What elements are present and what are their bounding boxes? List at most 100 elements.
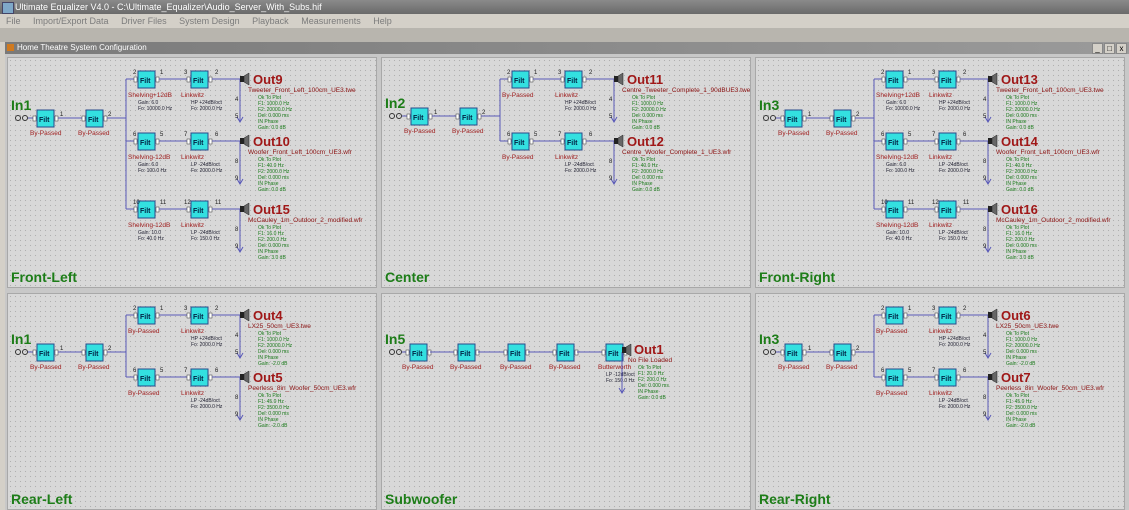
filter-block[interactable]: Filt — [81, 109, 108, 128]
input-jack-icon[interactable] — [15, 349, 21, 355]
filter-block[interactable]: Filt — [934, 70, 961, 89]
filter-block[interactable]: Filt — [934, 132, 961, 151]
input-jack-icon[interactable] — [763, 115, 769, 121]
filter-block[interactable]: Filt — [186, 368, 213, 387]
filter-block-label: Filt — [193, 376, 204, 383]
input-jack-icon[interactable] — [763, 349, 769, 355]
speaker-file-name: McCauley_1m_Outdoor_2_modified.wfr — [996, 217, 1111, 224]
speaker-icon[interactable] — [988, 134, 998, 148]
filter-block[interactable]: Filt — [881, 70, 908, 89]
filter-input-port — [133, 374, 138, 381]
zone-panel-rear-right[interactable]: In3 Filt By-Passed 1 Filt By-Passed 2 Filt 2 By-P… — [755, 293, 1125, 510]
filter-input-port — [507, 138, 512, 145]
filter-output-port — [103, 115, 108, 122]
filter-block[interactable]: Filt — [186, 306, 213, 325]
input-jack-icon[interactable] — [389, 349, 395, 355]
menu-measurements[interactable]: Measurements — [301, 16, 361, 26]
filter-block[interactable]: Filt — [503, 343, 530, 362]
filter-block[interactable]: Filt — [829, 343, 856, 362]
speaker-icon-cone — [243, 134, 250, 148]
filter-block[interactable]: Filt — [934, 306, 961, 325]
port-number: 2 — [133, 70, 137, 76]
filter-block[interactable]: Filt — [829, 109, 856, 128]
zone-panel-subwoofer[interactable]: In5 Filt By-Passed Filt By-Passed Filt By-Pass… — [381, 293, 751, 510]
filter-block[interactable]: Filt — [507, 132, 534, 151]
input-jack-icon[interactable] — [770, 115, 776, 121]
filter-input-port — [934, 138, 939, 145]
filter-block[interactable]: Filt — [552, 343, 579, 362]
speaker-icon[interactable] — [614, 72, 624, 86]
filter-block[interactable]: Filt — [32, 109, 59, 128]
menu-playback[interactable]: Playback — [252, 16, 289, 26]
filter-block[interactable]: Filt — [780, 109, 807, 128]
filter-block[interactable]: Filt — [133, 306, 160, 325]
filter-type-label: By-Passed — [778, 130, 810, 137]
close-button[interactable]: x — [1116, 43, 1127, 54]
filter-block[interactable]: Filt — [560, 70, 587, 89]
port-number: 11 — [160, 200, 167, 206]
speaker-icon[interactable] — [240, 134, 250, 148]
filter-block[interactable]: Filt — [133, 368, 160, 387]
speaker-icon-body — [240, 312, 244, 318]
speaker-icon[interactable] — [240, 370, 250, 384]
port-number: 2 — [215, 70, 219, 76]
filter-type-label: Linkwitz — [181, 390, 204, 397]
menu-system-design[interactable]: System Design — [179, 16, 240, 26]
menu-import-export-data[interactable]: Import/Export Data — [33, 16, 109, 26]
speaker-icon[interactable] — [988, 370, 998, 384]
input-jack-icon[interactable] — [396, 113, 402, 119]
menu-help[interactable]: Help — [373, 16, 392, 26]
filter-block[interactable]: Filt — [405, 343, 432, 362]
speaker-icon[interactable] — [988, 202, 998, 216]
zone-panel-front-right[interactable]: In3 Filt By-Passed 1 Filt By-Passed 2 Filt 2 Shel… — [755, 57, 1125, 288]
filter-block-label: Filt — [193, 140, 204, 147]
zone-panel-center[interactable]: In2 Filt By-Passed 1 Filt By-Passed 2 Filt 2 By-P… — [381, 57, 751, 288]
filter-block[interactable]: Filt — [881, 132, 908, 151]
speaker-icon-body — [988, 374, 992, 380]
filter-block-label: Filt — [567, 78, 578, 85]
maximize-button[interactable]: □ — [1104, 43, 1115, 54]
filter-block[interactable]: Filt — [507, 70, 534, 89]
input-jack-icon[interactable] — [22, 349, 28, 355]
filter-block[interactable]: Filt — [406, 107, 433, 126]
filter-info-text: Fo: 2000.0 Hz — [939, 106, 971, 112]
input-jack-icon[interactable] — [396, 349, 402, 355]
filter-input-port — [934, 374, 939, 381]
filter-block[interactable]: Filt — [32, 343, 59, 362]
input-jack-icon[interactable] — [22, 115, 28, 121]
filter-block[interactable]: Filt — [133, 70, 160, 89]
zone-panel-front-left[interactable]: In1 Filt By-Passed 1 Filt By-Passed 2 Filt 2 Shel… — [7, 57, 377, 288]
filter-block[interactable]: Filt — [881, 368, 908, 387]
filter-type-label: Shelving-12dB — [876, 222, 918, 229]
output-detail-text: Gain: -2.0 dB — [1006, 361, 1036, 367]
filter-block[interactable]: Filt — [81, 343, 108, 362]
port-number: 2 — [963, 306, 967, 312]
speaker-icon[interactable] — [240, 72, 250, 86]
speaker-icon[interactable] — [240, 202, 250, 216]
menu-driver-files[interactable]: Driver Files — [121, 16, 167, 26]
menu-file[interactable]: File — [6, 16, 21, 26]
filter-block[interactable]: Filt — [934, 368, 961, 387]
filter-block[interactable]: Filt — [560, 132, 587, 151]
input-jack-icon[interactable] — [389, 113, 395, 119]
filter-type-label: Linkwitz — [929, 154, 952, 161]
filter-block[interactable]: Filt — [186, 132, 213, 151]
filter-block-label: Filt — [836, 117, 847, 124]
speaker-icon[interactable] — [988, 72, 998, 86]
filter-block[interactable]: Filt — [133, 132, 160, 151]
filter-block[interactable]: Filt — [780, 343, 807, 362]
input-jack-icon[interactable] — [15, 115, 21, 121]
minimize-button[interactable]: _ — [1092, 43, 1103, 54]
speaker-icon[interactable] — [614, 134, 624, 148]
filter-block[interactable]: Filt — [186, 200, 213, 219]
speaker-icon[interactable] — [988, 308, 998, 322]
input-jack-icon[interactable] — [770, 349, 776, 355]
port-number: 8 — [235, 159, 239, 165]
filter-block[interactable]: Filt — [455, 107, 482, 126]
filter-block[interactable]: Filt — [881, 306, 908, 325]
filter-block[interactable]: Filt — [453, 343, 480, 362]
filter-block[interactable]: Filt — [934, 200, 961, 219]
filter-block[interactable]: Filt — [186, 70, 213, 89]
speaker-icon[interactable] — [240, 308, 250, 322]
zone-panel-rear-left[interactable]: In1 Filt By-Passed 1 Filt By-Passed 2 Filt 2 By-P… — [7, 293, 377, 510]
